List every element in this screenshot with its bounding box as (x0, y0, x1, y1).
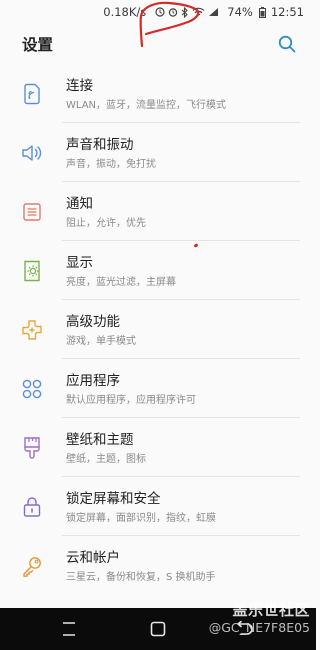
advanced-features-icon (22, 319, 42, 340)
page-title: 设置 (22, 36, 54, 54)
item-title: 声音和振动 (66, 136, 134, 153)
item-title: 应用程序 (66, 372, 120, 389)
item-title: 云和帐户 (66, 549, 120, 566)
item-subtitle: 亮度，蓝光过滤，主屏幕 (66, 276, 176, 288)
settings-item-cloud-accounts[interactable]: 云和帐户 三星云，备份和恢复，S 换机助手 (0, 536, 316, 595)
settings-list: 连接 WLAN，蓝牙，流量监控，飞行模式 声音和振动 声音，振动，免打扰 通知 … (0, 64, 316, 595)
item-title: 连接 (66, 77, 93, 94)
header: 设置 (0, 24, 316, 64)
battery-icon (258, 6, 266, 18)
key-icon (23, 556, 41, 577)
item-title: 高级功能 (66, 313, 120, 330)
status-bar: 0.18K/s 74% 12:51 (0, 0, 316, 24)
settings-item-wallpapers-themes[interactable]: 壁纸和主题 壁纸，主题，图标 (0, 418, 316, 477)
battery-level: 74% (227, 5, 253, 19)
display-icon (24, 260, 40, 281)
sound-icon (22, 144, 42, 161)
item-title: 壁纸和主题 (66, 431, 134, 448)
search-icon[interactable] (278, 35, 296, 53)
net-speed: 0.18K/s (103, 5, 147, 19)
item-title: 显示 (66, 254, 93, 271)
recents-icon[interactable] (60, 621, 78, 637)
settings-item-connections[interactable]: 连接 WLAN，蓝牙，流量监控，飞行模式 (0, 64, 316, 123)
status-icons (152, 6, 219, 18)
bluetooth-icon (181, 6, 189, 18)
sync-icon (155, 7, 165, 17)
item-subtitle: 默认应用程序，应用程序许可 (66, 394, 196, 406)
signal-icon (209, 8, 219, 16)
item-title: 通知 (66, 195, 93, 212)
item-subtitle: 壁纸，主题，图标 (66, 453, 146, 465)
item-subtitle: 锁定屏幕，面部识别，指纹，虹膜 (66, 512, 216, 524)
item-subtitle: 三星云，备份和恢复，S 换机助手 (66, 571, 216, 583)
clock: 12:51 (270, 5, 304, 19)
settings-item-lock-screen-security[interactable]: 锁定屏幕和安全 锁定屏幕，面部识别，指纹，虹膜 (0, 477, 316, 536)
watermark-handle: @GC_NE7F8E05 (208, 620, 310, 635)
settings-item-notifications[interactable]: 通知 阻止，允许，优先 (0, 182, 316, 241)
item-subtitle: 声音，振动，免打扰 (66, 158, 156, 170)
home-icon[interactable] (150, 621, 166, 637)
item-subtitle: 游戏，单手模式 (66, 335, 136, 347)
notification-icon (23, 202, 41, 221)
apps-icon (22, 379, 42, 398)
item-subtitle: WLAN，蓝牙，流量监控，飞行模式 (66, 99, 227, 111)
item-title: 锁定屏幕和安全 (66, 490, 161, 507)
settings-item-advanced-features[interactable]: 高级功能 游戏，单手模式 (0, 300, 316, 359)
lock-icon (23, 496, 41, 517)
settings-item-display[interactable]: 显示 亮度，蓝光过滤，主屏幕 (0, 241, 316, 300)
settings-item-sound[interactable]: 声音和振动 声音，振动，免打扰 (0, 123, 316, 182)
item-subtitle: 阻止，允许，优先 (66, 217, 146, 229)
wifi-icon (192, 7, 205, 16)
watermark-title: 盖乐世社区 (232, 601, 310, 619)
connection-icon (24, 83, 40, 104)
alarm-icon (169, 8, 178, 17)
theme-icon (24, 436, 40, 459)
settings-item-apps[interactable]: 应用程序 默认应用程序，应用程序许可 (0, 359, 316, 418)
